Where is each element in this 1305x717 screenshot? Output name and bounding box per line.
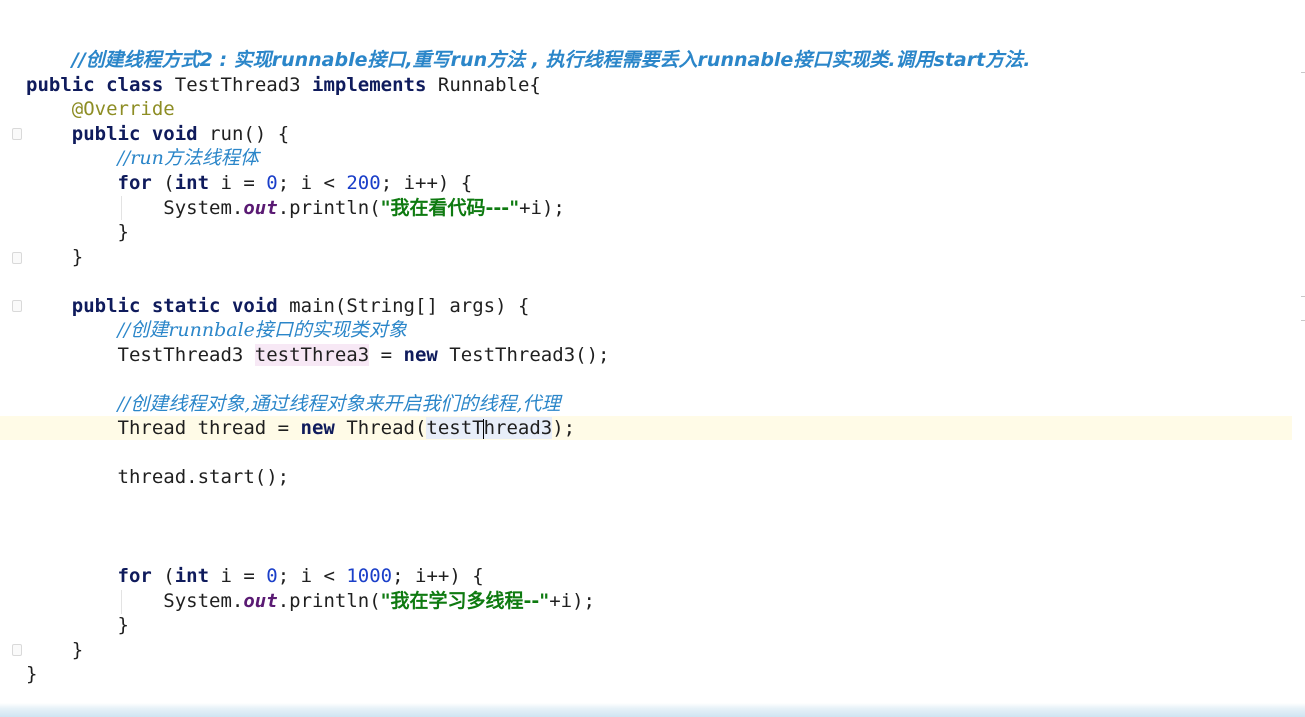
keyword: void: [231, 295, 278, 317]
scrollbar-marker[interactable]: [1301, 320, 1305, 321]
code-text: +i);: [519, 197, 565, 219]
scrollbar-marker[interactable]: [1301, 72, 1305, 73]
code-text: i =: [209, 172, 267, 194]
code-line-12[interactable]: public static void main(String[] args) {: [26, 294, 530, 318]
code-text: Thread thread =: [117, 417, 301, 439]
code-line-17[interactable]: Thread thread = new Thread(testThread3);: [26, 416, 575, 440]
bottom-decoration: [0, 703, 1305, 717]
code-line-13[interactable]: //创建runnbale接口的实现类对象: [26, 318, 407, 342]
keyword: implements: [312, 74, 427, 96]
code-text: ; i++) {: [392, 565, 484, 587]
code-line-10[interactable]: }: [26, 245, 83, 269]
interface-name: Runnable{: [437, 74, 541, 96]
code-text: ; i++) {: [380, 172, 473, 194]
code-text: +i);: [549, 590, 595, 612]
code-text: i =: [209, 565, 267, 587]
code-text: );: [552, 417, 576, 439]
variable-highlight: testThread3: [426, 417, 553, 439]
class-name: TestThread3: [174, 74, 301, 96]
keyword: public: [71, 123, 141, 145]
number-literal: 200: [346, 172, 381, 194]
code-text: TestThread3();: [437, 344, 610, 366]
variable-highlight: testThrea3: [254, 344, 370, 366]
code-line-7[interactable]: for (int i = 0; i < 200; i++) {: [26, 171, 473, 195]
code-line-5[interactable]: public void run() {: [26, 122, 289, 146]
code-line-3[interactable]: public class TestThread3 implements Runn…: [26, 73, 541, 97]
variable-name: testT: [426, 417, 484, 439]
code-line-9[interactable]: }: [26, 220, 129, 244]
brace: }: [117, 614, 129, 636]
code-line-8[interactable]: System.out.println("我在看代码---"+i);: [26, 196, 565, 220]
code-line-23[interactable]: for (int i = 0; i < 1000; i++) {: [26, 564, 484, 588]
header-comment: //创建线程方式2 : 实现runnable接口,重写run方法 , 执行线程需…: [71, 49, 1031, 71]
string-literal: "我在看代码---": [380, 197, 520, 219]
code-text: thread.start();: [117, 466, 290, 488]
keyword: new: [300, 417, 335, 439]
number-literal: 0: [266, 172, 278, 194]
code-line-25[interactable]: }: [26, 613, 129, 637]
keyword: for: [117, 565, 152, 587]
fold-marker-icon[interactable]: [12, 644, 22, 656]
code-text: System.: [163, 590, 244, 612]
code-comment: //创建线程对象,通过线程对象来开启我们的线程,代理: [117, 393, 561, 415]
code-line-24[interactable]: System.out.println("我在学习多线程--"+i);: [26, 589, 595, 613]
keyword: void: [151, 123, 198, 145]
fold-marker-icon[interactable]: [12, 128, 22, 140]
code-editor[interactable]: //创建线程方式2 : 实现runnable接口,重写run方法 , 执行线程需…: [0, 0, 1305, 717]
string-literal: "我在学习多线程--": [380, 590, 550, 612]
brace: }: [26, 663, 38, 685]
code-line-16[interactable]: //创建线程对象,通过线程对象来开启我们的线程,代理: [26, 392, 561, 416]
code-text: (: [151, 172, 175, 194]
code-line-14[interactable]: TestThread3 testThrea3 = new TestThread3…: [26, 343, 609, 367]
static-field: out: [243, 197, 278, 219]
keyword: int: [174, 565, 210, 587]
keyword: public: [26, 74, 95, 96]
variable-name: hread3: [483, 417, 553, 439]
keyword: new: [403, 344, 438, 366]
static-field: out: [243, 590, 278, 612]
fold-marker-icon[interactable]: [12, 300, 22, 312]
code-text: =: [369, 344, 404, 366]
code-line-4[interactable]: @Override: [26, 97, 175, 121]
keyword: int: [174, 172, 210, 194]
variable-name: testThrea: [254, 344, 358, 366]
number-literal: 0: [266, 565, 278, 587]
scrollbar-marker[interactable]: [1301, 296, 1305, 297]
code-line-19[interactable]: thread.start();: [26, 465, 290, 489]
code-text: .println(: [277, 590, 381, 612]
code-comment: //创建runnbale接口的实现类对象: [117, 319, 407, 341]
editor-gutter: [0, 0, 26, 717]
keyword: public: [71, 295, 141, 317]
brace: }: [71, 639, 84, 661]
code-text: (: [151, 565, 175, 587]
code-line-26[interactable]: }: [26, 638, 83, 662]
code-line-6[interactable]: //run方法线程体: [26, 146, 259, 170]
code-line-27[interactable]: }: [26, 662, 37, 686]
number-literal: 1000: [346, 565, 393, 587]
method-signature: run() {: [209, 123, 290, 145]
code-text: TestThread3: [117, 344, 255, 366]
code-text: .println(: [277, 197, 381, 219]
code-text: ; i <: [277, 172, 347, 194]
brace: }: [71, 246, 84, 268]
brace: }: [117, 221, 129, 243]
annotation: @Override: [71, 98, 175, 120]
code-text: System.: [163, 197, 244, 219]
keyword: class: [106, 74, 164, 96]
code-line-1[interactable]: //创建线程方式2 : 实现runnable接口,重写run方法 , 执行线程需…: [26, 24, 1031, 71]
code-text: ; i <: [277, 565, 347, 587]
keyword: for: [117, 172, 152, 194]
variable-name: 3: [357, 344, 370, 366]
code-comment: //run方法线程体: [117, 147, 259, 169]
fold-marker-icon[interactable]: [12, 252, 22, 264]
keyword: static: [151, 295, 221, 317]
code-text: Thread(: [334, 417, 427, 439]
method-signature: main(String[] args) {: [289, 295, 530, 317]
